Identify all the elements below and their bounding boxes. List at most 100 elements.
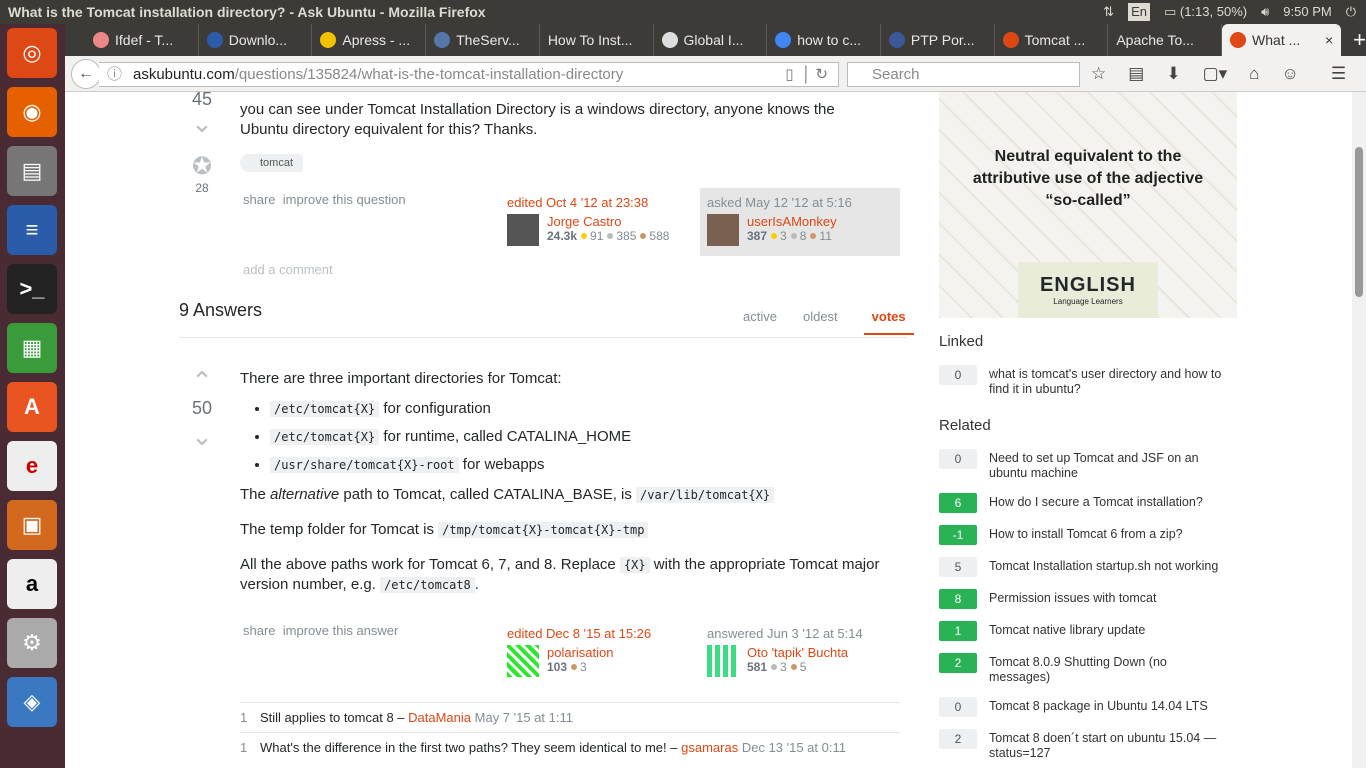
terminal-icon[interactable]: >_ [7,264,57,314]
tab-1[interactable]: Downlo... [199,24,313,56]
related-item[interactable]: 2 Tomcat 8.0.9 Shutting Down (no messages… [939,653,1239,685]
amazon-icon[interactable]: a [7,559,57,609]
info-icon[interactable]: ⓘ [107,63,122,86]
score-badge: 2 [939,653,977,673]
page-scrollbar[interactable] [1352,92,1366,768]
identicon-avatar[interactable] [507,645,539,677]
pdf-viewer-icon[interactable]: e [7,441,57,491]
comment-user[interactable]: gsamaras [681,740,738,755]
pocket-icon[interactable]: ▢▾ [1203,64,1228,84]
related-item[interactable]: 0 Tomcat 8 package in Ubuntu 14.04 LTS [939,697,1239,717]
tab-7[interactable]: PTP Por... [881,24,995,56]
question-text-line: you can see under Tomcat Installation Di… [240,101,835,118]
files-icon[interactable]: ▤ [7,146,57,196]
comment-date[interactable]: Dec 13 '15 at 0:11 [742,740,846,755]
score-badge: 2 [939,729,977,749]
writer-icon[interactable]: ≡ [7,205,57,255]
comment-user[interactable]: DataMania [408,710,471,725]
ubuntu-dash-icon[interactable]: ◎ [7,28,57,78]
favorite-star-icon[interactable]: ✪ [182,152,222,181]
question-link[interactable]: Tomcat 8.0.9 Shutting Down (no messages) [989,653,1229,685]
favicon-icon [434,32,451,48]
community-ad[interactable]: Neutral equivalent to the attributive us… [939,92,1237,318]
related-item[interactable]: 8 Permission issues with tomcat [939,589,1239,609]
downloads-icon[interactable]: ⬇ [1166,64,1180,84]
edited-time[interactable]: edited Dec 8 '15 at 15:26 [507,626,697,641]
tab-6[interactable]: how to c... [767,24,881,56]
search-input[interactable]: Search [847,62,1080,87]
home-icon[interactable]: ⌂ [1249,64,1259,84]
related-item[interactable]: -1 How to install Tomcat 6 from a zip? [939,525,1239,545]
menu-icon[interactable]: ☰ [1331,64,1346,84]
volume-icon[interactable]: 🔊︎ [1261,0,1269,24]
avatar[interactable] [507,214,539,246]
comment-date[interactable]: May 7 '15 at 1:11 [475,710,573,725]
tab-5[interactable]: Global I... [654,24,768,56]
tab-0[interactable]: Ifdef - T... [85,24,199,56]
share-link[interactable]: share [243,192,276,207]
favicon-icon [206,32,223,48]
related-item[interactable]: 6 How do I secure a Tomcat installation? [939,493,1239,513]
question-link[interactable]: How do I secure a Tomcat installation? [989,493,1229,510]
new-tab-button[interactable]: + [1353,27,1366,53]
network-icon[interactable]: ⇅ [1103,0,1114,24]
workbench-icon[interactable]: ◈ [7,677,57,727]
tab-4[interactable]: How To Inst... [540,24,654,56]
system-top-panel: What is the Tomcat installation director… [0,0,1366,24]
close-tab-icon[interactable]: × [1325,32,1333,48]
scrollbar-thumb[interactable] [1355,147,1363,297]
question-link[interactable]: Tomcat 8 package in Ubuntu 14.04 LTS [989,697,1229,714]
related-item[interactable]: 1 Tomcat native library update [939,621,1239,641]
improve-link[interactable]: improve this question [283,192,406,207]
comment-score: 1 [240,740,248,755]
settings-icon[interactable]: ⚙ [7,618,57,668]
upvote-icon[interactable]: ⌃ [182,368,222,394]
tab-9[interactable]: Apache To... [1108,24,1223,56]
tab-votes[interactable]: votes [863,309,914,335]
editor-card: edited Oct 4 '12 at 23:38 Jorge Castro 2… [507,195,692,246]
tab-10[interactable]: What ... × [1222,24,1342,56]
tab-oldest[interactable]: oldest [803,309,838,335]
tag-tomcat[interactable]: tomcat [240,154,304,172]
url-bar[interactable]: ⓘ askubuntu.com/questions/135824/what-is… [99,62,839,87]
question-vote-cell: 45 ⌄ ✪ 28 [182,92,222,195]
power-icon[interactable]: ⏻ [1346,0,1356,24]
related-item[interactable]: 0 what is tomcat's user directory and how… [939,365,1239,397]
calc-icon[interactable]: ▦ [7,323,57,373]
question-link[interactable]: How to install Tomcat 6 from a zip? [989,525,1229,542]
battery-indicator[interactable]: ▭ (1:13, 50%) [1164,0,1247,24]
hello-icon[interactable]: ☺ [1281,64,1298,84]
edited-time[interactable]: edited Oct 4 '12 at 23:38 [507,195,692,210]
code-path: /var/lib/tomcat{X} [636,487,775,503]
question-link[interactable]: Need to set up Tomcat and JSF on an ubun… [989,449,1229,481]
clock[interactable]: 9:50 PM [1283,0,1331,24]
question-link[interactable]: Permission issues with tomcat [989,589,1229,606]
add-comment-link[interactable]: add a comment [243,262,333,277]
firefox-icon[interactable]: ◉ [7,87,57,137]
impress-icon[interactable]: ▣ [7,500,57,550]
tab-3[interactable]: TheServ... [426,24,540,56]
improve-link[interactable]: improve this answer [283,623,399,638]
software-center-icon[interactable]: A [7,382,57,432]
avatar[interactable] [707,214,739,246]
bookmark-star-icon[interactable]: ☆ [1091,64,1106,84]
tab-active[interactable]: active [743,309,777,335]
related-item[interactable]: 5 Tomcat Installation startup.sh not work… [939,557,1239,577]
reading-list-icon[interactable]: ▤ [1128,64,1144,84]
reader-reload-icons[interactable]: ▯ │ ↻ [785,63,828,86]
keyboard-language[interactable]: En [1128,3,1150,21]
question-link[interactable]: Tomcat 8 doen´t start on ubuntu 15.04 — … [989,729,1229,761]
back-button[interactable]: ← [71,59,101,89]
tab-2[interactable]: Apress - ... [312,24,427,56]
downvote-icon[interactable]: ⌄ [182,423,222,449]
identicon-avatar[interactable] [707,645,739,677]
url-host: askubuntu.com [133,66,235,83]
share-link[interactable]: share [243,623,276,638]
question-link[interactable]: what is tomcat's user directory and how … [989,365,1229,397]
tab-8[interactable]: Tomcat ... [995,24,1109,56]
related-item[interactable]: 0 Need to set up Tomcat and JSF on an ubu… [939,449,1239,481]
question-link[interactable]: Tomcat Installation startup.sh not worki… [989,557,1229,574]
downvote-icon[interactable]: ⌄ [182,110,222,136]
related-item[interactable]: 2 Tomcat 8 doen´t start on ubuntu 15.04 —… [939,729,1239,761]
question-link[interactable]: Tomcat native library update [989,621,1229,638]
